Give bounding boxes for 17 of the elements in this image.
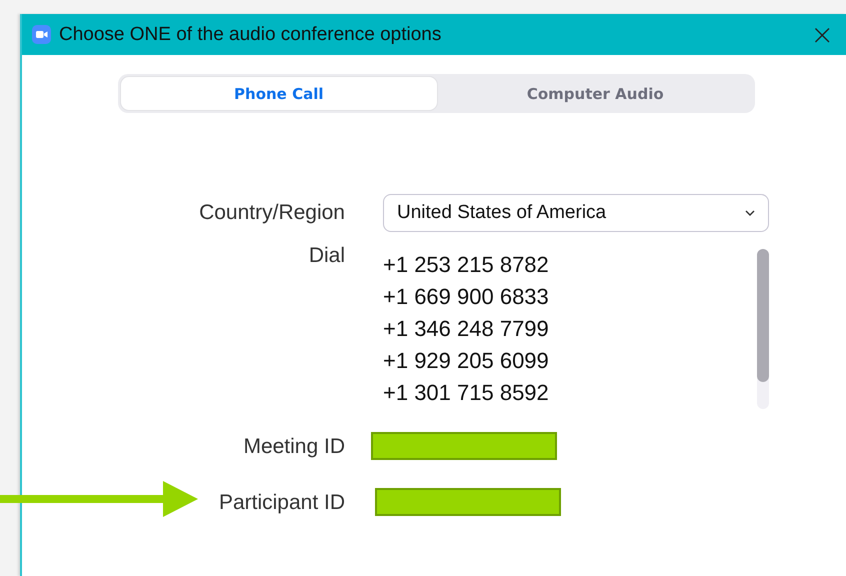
tab[interactable]: Phone Call: [120, 76, 438, 111]
field-label: Participant ID: [218, 491, 345, 515]
video-camera-icon: [32, 25, 51, 44]
chevron-down-icon: [745, 210, 755, 216]
phone-number: +1 929 205 6099: [383, 347, 549, 375]
field-label: Meeting ID: [243, 435, 345, 459]
phone-number: +1 669 900 6833: [383, 283, 549, 311]
close-button[interactable]: ×: [798, 20, 846, 48]
phone-number: +1 253 215 8782: [383, 251, 549, 279]
phone-number: +1 346 248 7799: [383, 315, 549, 343]
scrollbar[interactable]: [757, 249, 769, 409]
country-dropdown[interactable]: United States of America: [383, 194, 769, 232]
tab[interactable]: Computer Audio: [438, 76, 753, 111]
phone-number: +1 301 715 8592: [383, 379, 549, 407]
field-label: Dial: [308, 244, 345, 268]
window-title: Choose ONE of the audio conference options: [59, 24, 442, 46]
field-label: Country/Region: [199, 201, 345, 225]
